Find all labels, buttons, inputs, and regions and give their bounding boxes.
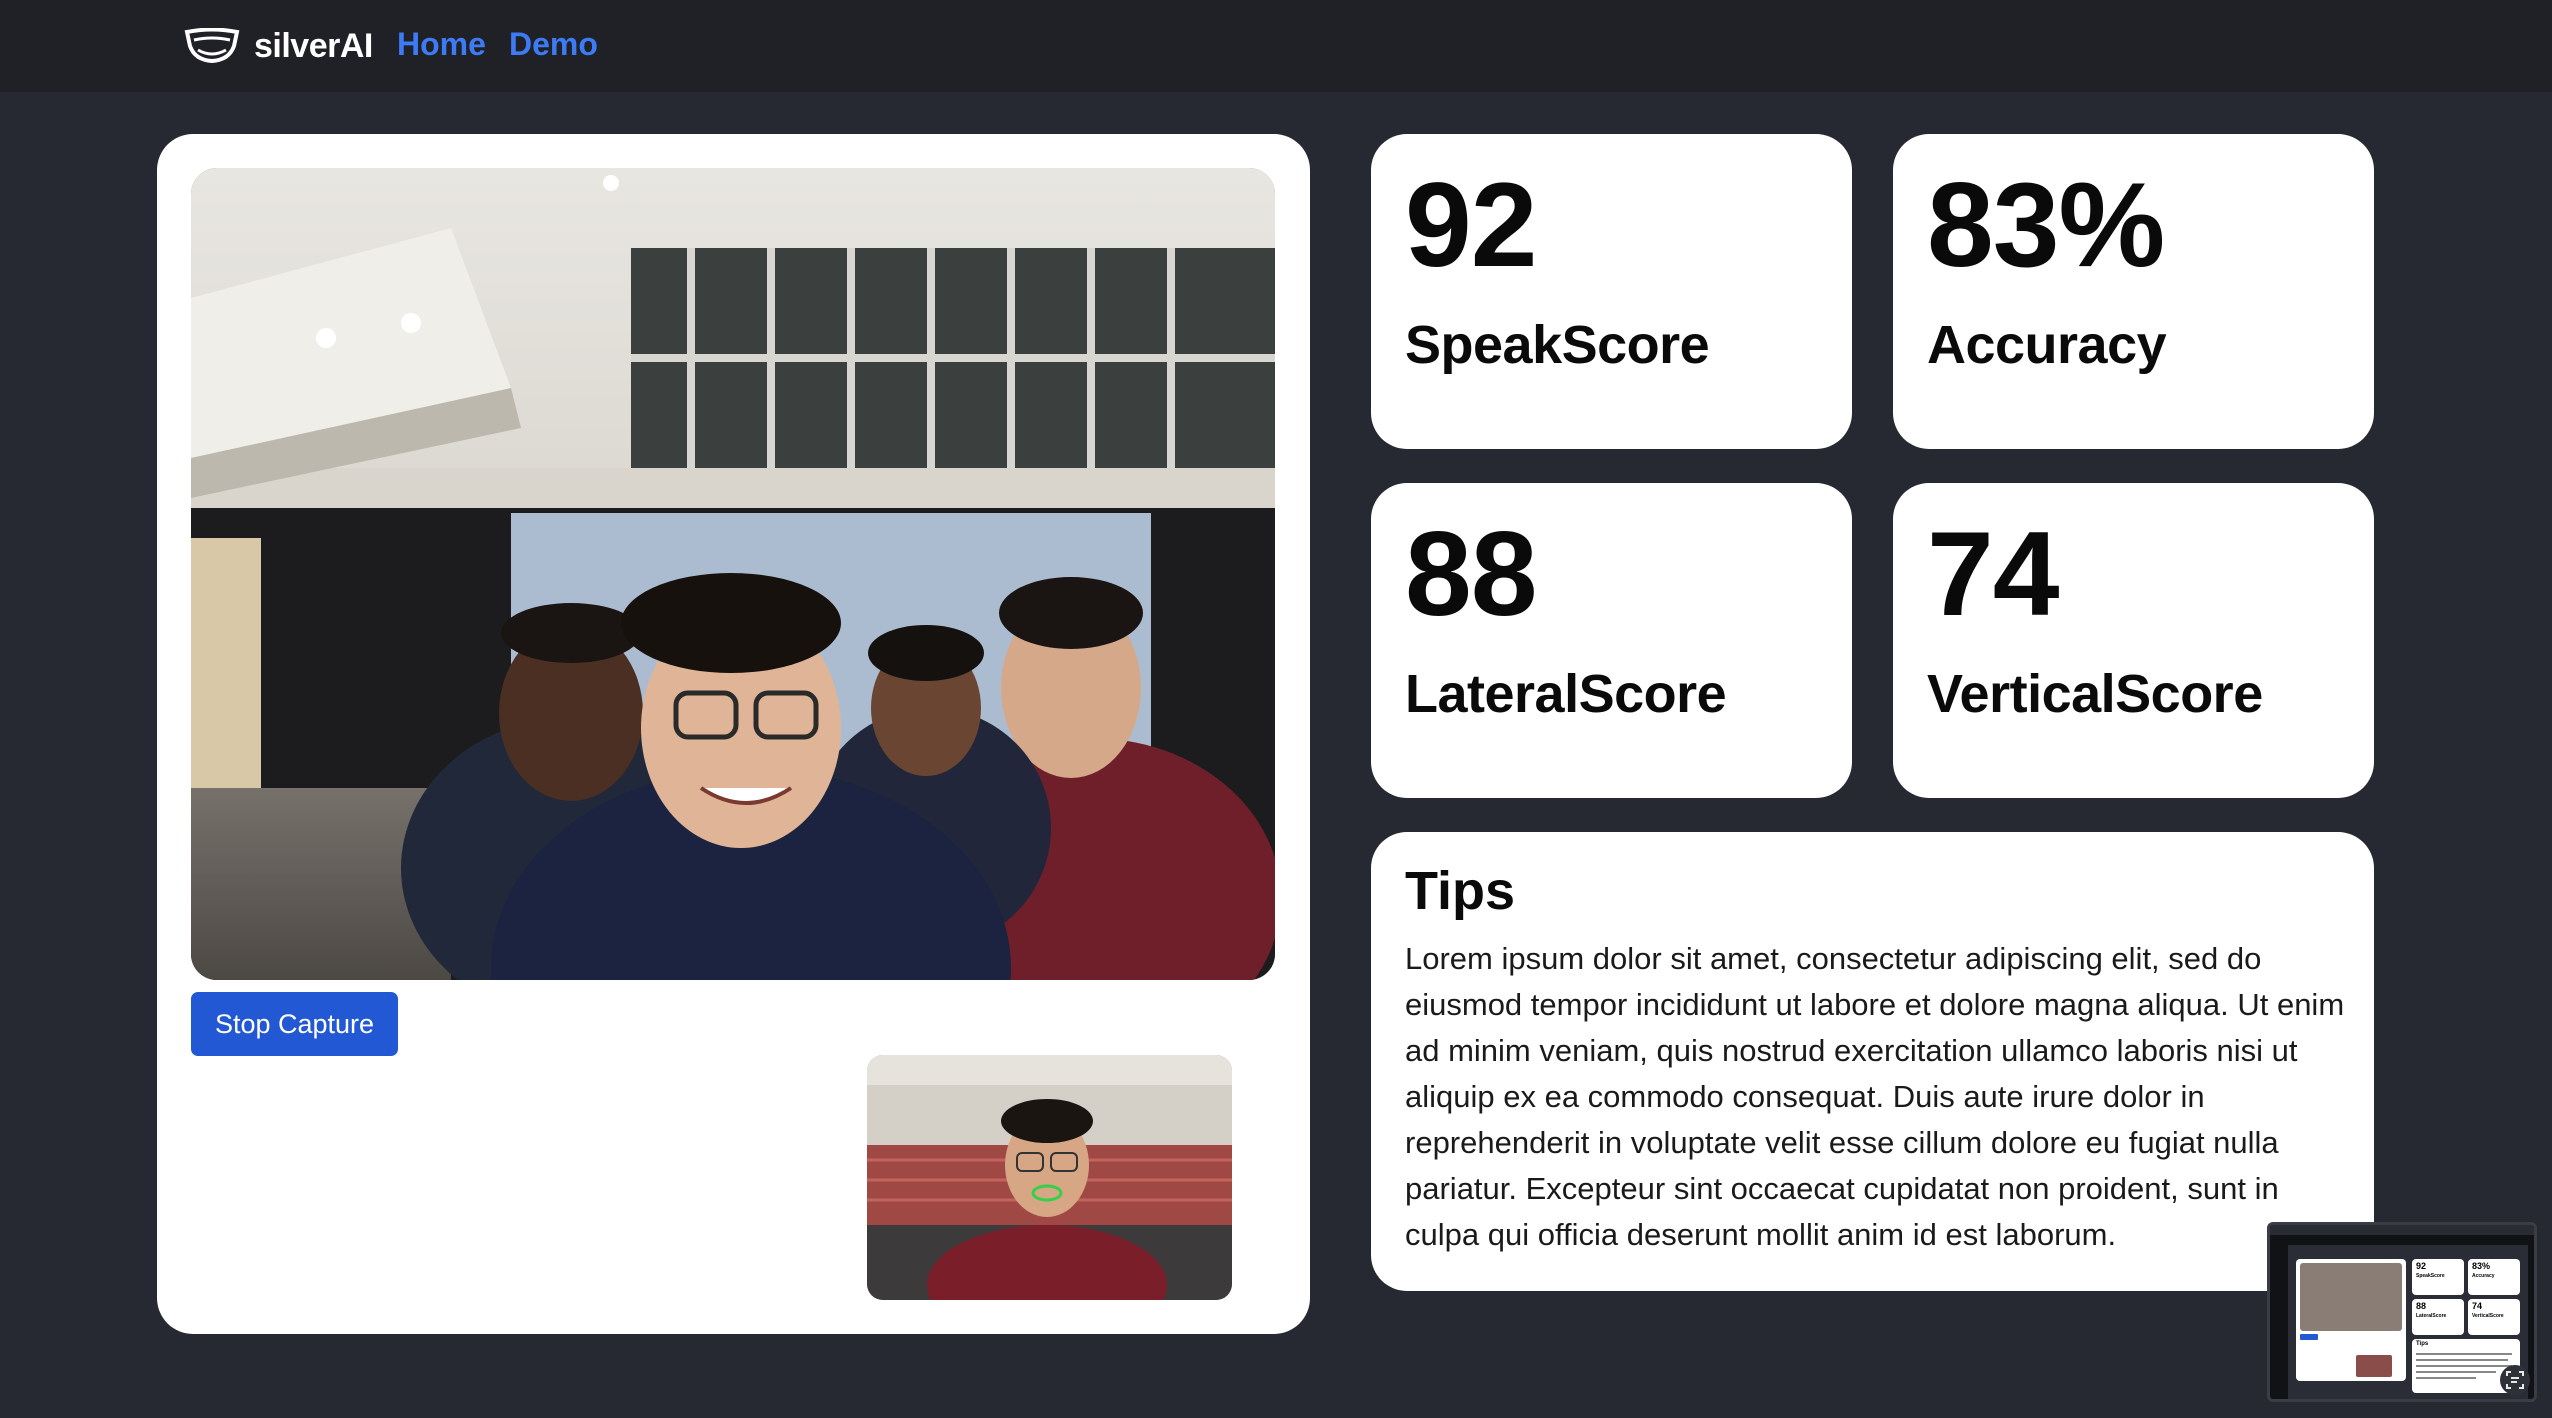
preview-main-video [2300,1263,2402,1331]
preview-verticalscore-value: 74 [2472,1301,2483,1311]
preview-text-line [2416,1353,2512,1355]
preview-speakscore-label: SpeakScore [2416,1273,2445,1279]
preview-text-line [2416,1377,2476,1379]
tips-title: Tips [1405,861,1516,921]
accuracy-value: 83% [1927,158,2165,292]
preview-speakscore-value: 92 [2416,1261,2427,1271]
preview-accuracy-value: 83% [2472,1261,2491,1271]
preview-lateralscore-card: 88 LateralScore [2412,1299,2464,1335]
tips-body: Lorem ipsum dolor sit amet, consectetur … [1405,941,2345,1252]
lateralscore-label: LateralScore [1405,664,1727,724]
brand[interactable]: silverAI [184,24,373,68]
brand-name: silverAI [254,26,373,65]
nav-link-demo[interactable]: Demo [509,26,598,63]
preview-stop-button [2300,1334,2318,1340]
video-capture-card: Stop Capture [157,134,1310,1334]
accuracy-card: 83% Accuracy [1893,134,2374,449]
accuracy-label: Accuracy [1927,315,2167,375]
top-navbar: silverAI Home Demo [0,0,2552,92]
preview-text-line [2416,1365,2512,1367]
speakscore-card: 92 SpeakScore [1371,134,1852,449]
preview-accuracy-card: 83% Accuracy [2468,1259,2520,1295]
verticalscore-card: 74 VerticalScore [1893,483,2374,798]
preview-text-line [2416,1371,2496,1373]
nav-link-home[interactable]: Home [397,26,486,63]
main-video-feed [191,168,1275,980]
preview-accuracy-label: Accuracy [2472,1273,2495,1279]
visor-logo-icon [184,28,240,64]
tips-card: Tips Lorem ipsum dolor sit amet, consect… [1371,832,2374,1291]
face-tracking-video [867,1055,1232,1300]
speakscore-value: 92 [1405,158,1537,292]
preview-tips-title: Tips [2416,1341,2429,1347]
preview-text-line [2416,1359,2508,1361]
face-tracking-image [867,1055,1232,1300]
speakscore-label: SpeakScore [1405,315,1710,375]
preview-speakscore-card: 92 SpeakScore [2412,1259,2464,1295]
preview-lateralscore-value: 88 [2416,1301,2427,1311]
group-selfie-image [191,168,1275,980]
preview-verticalscore-card: 74 VerticalScore [2468,1299,2520,1335]
verticalscore-label: VerticalScore [1927,664,2263,724]
screenshot-preview-thumbnail[interactable]: 92 SpeakScore 83% Accuracy 88 LateralSco… [2267,1222,2537,1402]
preview-verticalscore-label: VerticalScore [2472,1313,2504,1319]
preview-menubar [2270,1225,2534,1235]
preview-video-card [2296,1259,2406,1381]
stop-capture-button[interactable]: Stop Capture [191,992,398,1056]
lateralscore-card: 88 LateralScore [1371,483,1852,798]
scan-text-icon[interactable] [2500,1365,2530,1395]
preview-lateralscore-label: LateralScore [2416,1313,2447,1319]
lateralscore-value: 88 [1405,507,1537,641]
preview-page: 92 SpeakScore 83% Accuracy 88 LateralSco… [2288,1245,2528,1399]
scan-text-glyph [2506,1371,2524,1389]
preview-face-video [2356,1355,2392,1377]
verticalscore-value: 74 [1927,507,2059,641]
